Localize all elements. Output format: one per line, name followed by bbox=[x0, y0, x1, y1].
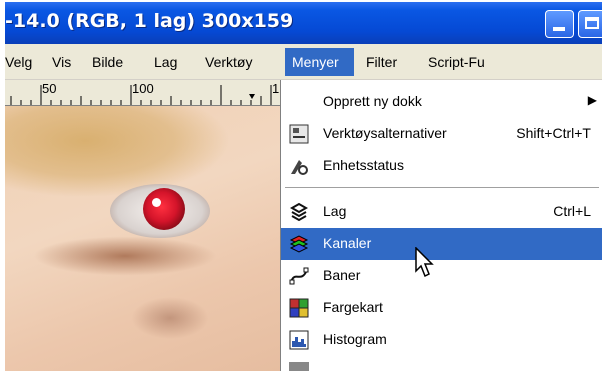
histogram-icon bbox=[289, 330, 309, 350]
menu-select[interactable]: Velg bbox=[5, 54, 32, 70]
image-canvas[interactable] bbox=[5, 106, 280, 371]
ruler-label: 50 bbox=[42, 81, 57, 96]
menu-item-label: Kanaler bbox=[323, 235, 372, 251]
minimize-icon bbox=[553, 27, 565, 31]
maximize-icon bbox=[585, 17, 599, 29]
gimp-image-window: -14.0 (RGB, 1 lag) 300x159 Velg Vis Bild… bbox=[5, 2, 602, 371]
menu-item-tool-options[interactable]: Verktøysalternativer Shift+Ctrl+T bbox=[281, 118, 602, 150]
menu-filters[interactable]: Filter bbox=[366, 54, 397, 70]
menu-item-colormap[interactable]: Fargekart bbox=[281, 292, 602, 324]
menu-layer[interactable]: Lag bbox=[154, 54, 177, 70]
menu-item-shortcut: Ctrl+L bbox=[553, 203, 591, 219]
menu-item-label: Enhetsstatus bbox=[323, 157, 404, 173]
menu-item-histogram[interactable]: Histogram bbox=[281, 324, 602, 356]
menu-item-label: Baner bbox=[323, 267, 361, 283]
submenu-arrow-icon: ▶ bbox=[587, 93, 597, 107]
menu-item-create-new-dock[interactable]: Opprett ny dokk ▶ bbox=[281, 86, 602, 118]
layers-icon bbox=[289, 202, 309, 222]
channels-icon bbox=[289, 235, 309, 253]
menu-item-label: Verktøysalternativer bbox=[323, 125, 447, 141]
menu-item-paths[interactable]: Baner bbox=[281, 260, 602, 292]
menu-item-label: Histogram bbox=[323, 331, 387, 347]
eye-glint bbox=[152, 198, 161, 207]
menu-item-cut-off[interactable] bbox=[281, 356, 602, 371]
menu-image[interactable]: Bilde bbox=[92, 54, 123, 70]
red-eye-pupil bbox=[143, 188, 185, 230]
menu-item-shortcut: Shift+Ctrl+T bbox=[516, 125, 591, 141]
tool-options-icon bbox=[289, 124, 309, 144]
window-title: -14.0 (RGB, 1 lag) 300x159 bbox=[5, 10, 294, 32]
menu-script-fu[interactable]: Script-Fu bbox=[428, 54, 485, 70]
menu-tools[interactable]: Verktøy bbox=[205, 54, 252, 70]
menu-view[interactable]: Vis bbox=[52, 54, 71, 70]
colormap-icon bbox=[289, 298, 309, 318]
ruler-label: 1 bbox=[272, 81, 280, 96]
menu-item-layers[interactable]: Lag Ctrl+L bbox=[281, 196, 602, 228]
device-status-icon bbox=[291, 160, 308, 175]
title-bar[interactable]: -14.0 (RGB, 1 lag) 300x159 bbox=[5, 2, 602, 44]
minimize-button[interactable] bbox=[545, 10, 574, 38]
menu-separator bbox=[285, 187, 599, 188]
menu-item-label: Opprett ny dokk bbox=[323, 93, 422, 109]
dialogs-dropdown-menu: Opprett ny dokk ▶ Verktøysalternativer S… bbox=[280, 80, 602, 371]
menu-item-device-status[interactable]: Enhetsstatus bbox=[281, 150, 602, 182]
menu-item-label: Lag bbox=[323, 203, 347, 219]
mouse-pointer-icon bbox=[415, 247, 434, 278]
menu-item-label: Fargekart bbox=[323, 299, 383, 315]
menu-dialogs[interactable]: Menyer bbox=[292, 54, 339, 70]
menu-item-icon bbox=[289, 362, 309, 371]
ruler-label: 100 bbox=[132, 81, 154, 96]
paths-icon bbox=[289, 267, 309, 285]
horizontal-ruler[interactable]: 50 100 1 bbox=[5, 80, 280, 106]
maximize-button[interactable] bbox=[578, 10, 602, 38]
menu-item-channels[interactable]: Kanaler bbox=[281, 228, 602, 260]
